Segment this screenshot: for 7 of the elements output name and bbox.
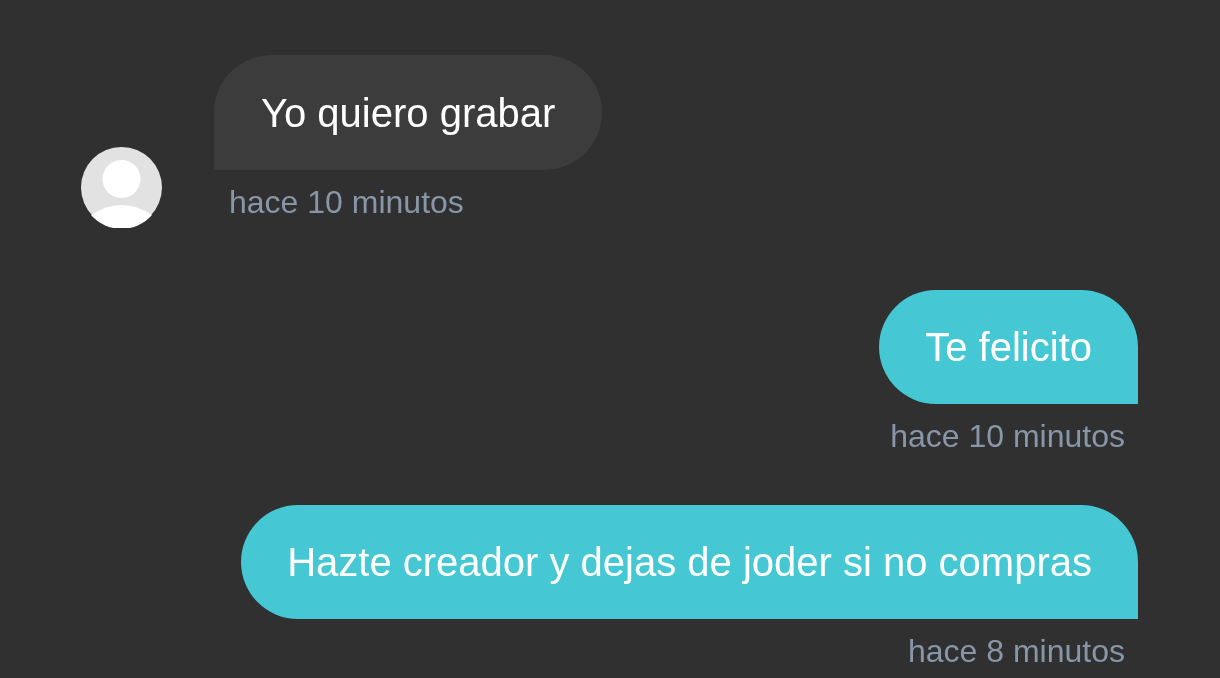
timestamp: hace 8 minutos <box>908 632 1125 671</box>
timestamp: hace 10 minutos <box>890 417 1125 456</box>
avatar-icon <box>81 147 162 228</box>
message-bubble: Te felicito <box>879 290 1138 404</box>
timestamp: hace 10 minutos <box>229 183 464 222</box>
message-bubble: Hazte creador y dejas de joder si no compras <box>241 505 1138 619</box>
message-bubble: Yo quiero grabar <box>214 55 603 170</box>
